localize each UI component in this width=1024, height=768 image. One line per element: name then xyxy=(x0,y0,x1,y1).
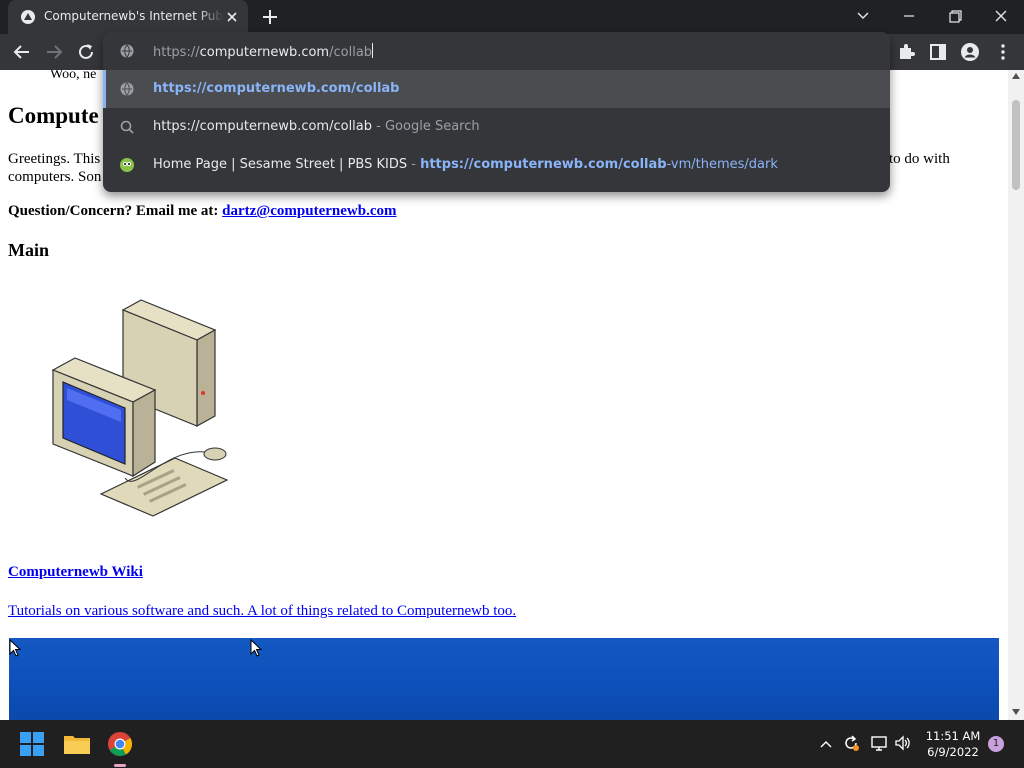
suggestion-url[interactable]: https://computernewb.com/collab xyxy=(103,70,890,108)
url-autocomplete: /collab xyxy=(329,45,373,60)
page-scrollbar[interactable] xyxy=(1008,70,1024,720)
suggestion-url-text: https://computernewb.com/collab xyxy=(153,81,400,96)
globe-icon xyxy=(120,82,134,96)
tab-close-icon[interactable] xyxy=(224,9,240,25)
greeting-text-line2: computers. Son xyxy=(8,169,102,185)
contact-label: Question/Concern? Email me at: xyxy=(8,203,219,219)
computer-illustration xyxy=(51,299,229,517)
file-explorer-icon[interactable] xyxy=(61,728,93,760)
suggestion-history-title: Home Page | Sesame Street | PBS KIDS xyxy=(153,157,408,172)
scroll-thumb[interactable] xyxy=(1012,100,1020,190)
scroll-up-icon[interactable] xyxy=(1011,72,1021,80)
suggestion-history-text: Home Page | Sesame Street | PBS KIDS - h… xyxy=(153,157,778,172)
title-bar: Computernewb's Internet Pub Hub xyxy=(0,0,1024,34)
restore-icon[interactable] xyxy=(940,4,970,28)
tray-chevron-up-icon[interactable] xyxy=(818,736,834,752)
omnibox-dropdown: https://computernewb.com/collab https://… xyxy=(103,32,890,192)
suggestion-history-url-rest: -vm/themes/dark xyxy=(666,157,778,172)
address-bar-text: https://computernewb.com/collab xyxy=(153,43,374,60)
clock-time: 11:51 AM xyxy=(925,729,981,743)
tab-title: Computernewb's Internet Pub Hub xyxy=(44,9,224,23)
partial-text-top: Woo, ne xyxy=(50,70,97,82)
browser-tab[interactable]: Computernewb's Internet Pub Hub xyxy=(8,0,248,34)
greeting-text-right: to do with xyxy=(889,151,950,167)
reload-icon[interactable] xyxy=(74,40,98,64)
suggestion-search-query: https://computernewb.com/collab xyxy=(153,119,373,134)
volume-icon[interactable] xyxy=(894,734,912,752)
active-app-indicator xyxy=(114,764,126,767)
sync-icon[interactable] xyxy=(842,734,860,752)
side-panel-icon[interactable] xyxy=(928,42,948,62)
suggestion-history[interactable]: Home Page | Sesame Street | PBS KIDS - h… xyxy=(103,146,890,184)
url-typed: computernewb.com xyxy=(199,45,330,60)
site-info-icon[interactable] xyxy=(119,43,135,59)
text-caret xyxy=(372,43,374,58)
minimize-icon[interactable] xyxy=(894,4,924,28)
suggestion-history-url-match: https://computernewb.com/collab xyxy=(420,157,667,172)
windows-start-icon[interactable] xyxy=(16,728,48,760)
mouse-cursor-icon xyxy=(250,639,262,657)
extensions-icon[interactable] xyxy=(896,42,916,62)
sesame-street-favicon-icon xyxy=(120,158,134,172)
suggestion-history-separator: - xyxy=(407,157,421,172)
profile-avatar-icon[interactable] xyxy=(960,42,980,62)
search-icon xyxy=(120,120,134,134)
forward-icon[interactable] xyxy=(42,40,66,64)
close-window-icon[interactable] xyxy=(986,4,1016,28)
contact-line: Question/Concern? Email me at: dartz@com… xyxy=(8,203,397,220)
scroll-down-icon[interactable] xyxy=(1011,708,1021,716)
notification-badge[interactable]: 1 xyxy=(988,736,1004,752)
wiki-description-link[interactable]: Tutorials on various software and such. … xyxy=(8,603,516,620)
network-icon[interactable] xyxy=(870,734,888,752)
url-scheme: https:// xyxy=(153,45,200,60)
greeting-text: Greetings. This xyxy=(8,151,101,167)
new-tab-icon[interactable] xyxy=(258,6,282,28)
blue-banner-image xyxy=(9,638,999,720)
page-heading: Compute xyxy=(8,103,99,128)
clock[interactable]: 11:51 AM 6/9/2022 xyxy=(918,728,988,760)
chrome-icon[interactable] xyxy=(104,728,136,760)
back-icon[interactable] xyxy=(10,40,34,64)
cursor-artifact-icon xyxy=(9,639,21,657)
main-heading: Main xyxy=(8,240,50,260)
taskbar: 11:51 AM 6/9/2022 1 xyxy=(0,720,1024,768)
suggestion-search-text: https://computernewb.com/collab - Google… xyxy=(153,119,480,134)
address-bar-input[interactable]: https://computernewb.com/collab xyxy=(103,32,890,70)
menu-kebab-icon[interactable] xyxy=(993,42,1013,62)
wiki-link[interactable]: Computernewb Wiki xyxy=(8,564,143,581)
suggestion-search-suffix: - Google Search xyxy=(372,119,480,134)
contact-email-link[interactable]: dartz@computernewb.com xyxy=(222,203,396,219)
tab-favicon-icon xyxy=(21,10,35,24)
clock-date: 6/9/2022 xyxy=(927,745,979,759)
suggestion-search[interactable]: https://computernewb.com/collab - Google… xyxy=(103,108,890,146)
tab-search-chevron-icon[interactable] xyxy=(848,4,878,28)
